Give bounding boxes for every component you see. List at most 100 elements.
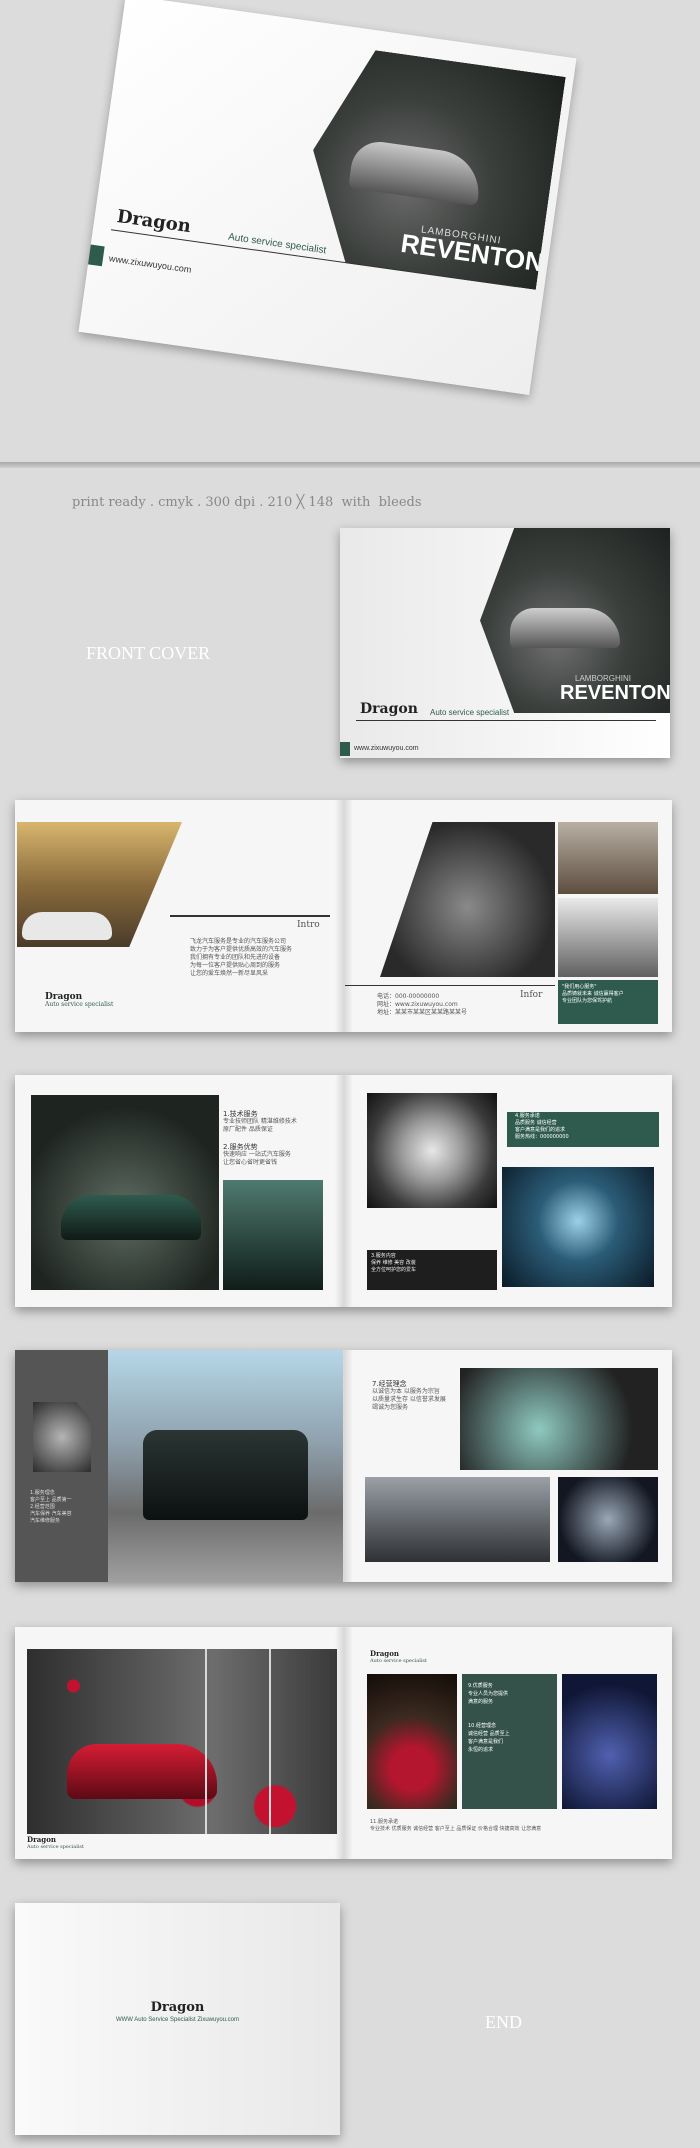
spread4-blue-car-photo [562,1674,657,1809]
item-line: 原厂配件 品质保证 [223,1126,273,1133]
green-box-text: "我们用心服务" 品质铸就未来 诚信赢得客户 专业团队为您保驾护航 [562,984,624,1005]
spread4-right-brand: Dragon [370,1649,399,1658]
spine [334,1075,353,1307]
item-line: 永恒的追求 [468,1747,494,1753]
gray-panel-text: 1.服务理念 客户至上 品质第一 2.经营范围 汽车保养 汽车美容 汽车维修服务 [30,1490,105,1525]
spread3-concept-car-photo [460,1368,658,1470]
car-shape [67,1744,217,1799]
spread3-front-car-photo [558,1477,658,1562]
car-shape [61,1195,201,1240]
item-title: 11.服务承诺 [370,1819,398,1825]
spread2-helicopter-photo [223,1180,323,1290]
intro-line: 飞龙汽车服务是专业的汽车服务公司 [190,938,287,945]
spread4-bottom-text: 11.服务承诺 专业技术 优质服务 诚信经营 客户至上 品质保证 价格合理 快捷… [370,1819,660,1833]
item-line: 品质服务 诚信经营 [515,1120,557,1126]
service-line-value: 000000000 [540,1134,569,1140]
spread4-red-car-photo [27,1649,337,1834]
item-line: 汽车保养 汽车美容 [30,1511,72,1517]
green-line: 专业团队为您保驾护航 [562,998,613,1004]
spread1-contact: 电话：000-00000000 网址：www.zixuwuyou.com 地址：… [377,993,517,1017]
spread4-night-car-photo [367,1674,457,1809]
divider [269,1649,271,1834]
item-line: 服务热线：000000000 [515,1134,655,1141]
spread1-green-box: "我们用心服务" 品质铸就未来 诚信赢得客户 专业团队为您保驾护航 [558,980,658,1024]
item-line: 全方位呵护您的爱车 [371,1267,417,1273]
model-text: REVENTON [560,682,670,704]
contact-line: 网址：www.zixuwuyou.com [377,1001,458,1008]
item-line: 专业技术 优质服务 诚信经营 客户至上 品质保证 价格合理 快捷高效 让您满意 [370,1826,542,1832]
item-line: 专业人员为您提供 [468,1691,509,1697]
intro-line: 让您的爱车焕然一新尽显风采 [190,970,269,977]
front-cover-rule [356,720,656,721]
intro-line: 致力于为客户提供优质高效的汽车服务 [190,946,293,953]
petals [27,1649,337,1834]
spread1-intro-rule [170,915,330,917]
end-label: END [485,2012,522,2032]
spread4-green-panel: 9.优质服务 专业人员为您提供 满意的服务 10.经营理念 诚信经营 品质至上 … [462,1674,557,1809]
car-shape [143,1430,308,1520]
intro-line: 我们拥有专业的团队和先进的设备 [190,954,281,961]
item-line: 客户满意是我们的追求 [515,1127,566,1133]
spread1-black-car-photo [558,898,658,977]
green-panel-text: 9.优质服务 专业人员为您提供 满意的服务 10.经营理念 诚信经营 品质至上 … [468,1682,553,1754]
spread3-gray-panel-photo [33,1402,91,1472]
item-title: 9.优质服务 [468,1683,493,1689]
intro-line: 为每一位客户提供贴心周到的服务 [190,962,281,969]
item-title: 2.经营范围 [30,1504,55,1510]
spread1-tagline: Auto service specialist [45,1001,114,1008]
spread3-road-car-photo [365,1477,550,1562]
spread1-intro-heading: Intro [297,920,320,930]
top-cover-mockup: LAMBORGHINI REVENTON Dragon Auto service… [78,0,577,396]
item-title: 3.服务内容 [371,1253,396,1259]
specs-line: print ready . cmyk . 300 dpi . 210 ╳ 148… [72,495,422,510]
top-cover-url: www.zixuwuyou.com [108,253,192,275]
spread2-item2: 2.服务优势 快速响应 一站式汽车服务 让您省心省时更省钱 [223,1143,333,1167]
item-title: 2.服务优势 [223,1143,258,1151]
item-title: 4.服务承诺 [515,1113,540,1119]
section-divider [0,462,700,468]
spread-2: 1.技术服务 专业技师团队 精湛维修技术 原厂配件 品质保证 2.服务优势 快速… [15,1075,672,1307]
back-cover-page: Dragon WWW Auto Service Specialist Zixuw… [15,1903,340,2135]
spread-3: 1.服务理念 客户至上 品质第一 2.经营范围 汽车保养 汽车美容 汽车维修服务… [15,1350,672,1582]
item-line: 客户满意是我们 [468,1739,504,1745]
item-line: 客户至上 品质第一 [30,1497,72,1503]
spread1-info-heading: Infor [520,990,543,1000]
spread-4: Dragon Auto service specialist Dragon Au… [15,1627,672,1859]
spread4-right-tagline: Auto service specialist [370,1658,428,1664]
item-line: 汽车维修服务 [30,1518,61,1524]
dark-box-text: 3.服务内容 保养 维修 美容 改装 全方位呵护您的爱车 [371,1253,416,1274]
front-cover-tagline: Auto service specialist [430,708,510,717]
front-cover-green-square [340,742,350,756]
spread-1: Dragon Auto service specialist Intro 飞龙汽… [15,800,672,1032]
front-cover-car-photo: LAMBORGHINI REVENTON [480,528,670,713]
spread1-info-rule [345,985,555,986]
item-title: 10.经营理念 [468,1723,496,1729]
back-cover-line: WWW Auto Service Specialist Zixuwuyou.co… [115,2017,240,2023]
car-shape [510,608,620,648]
item-line: 满意的服务 [468,1699,494,1705]
contact-line: 电话：000-00000000 [377,993,440,1000]
spine [334,1627,353,1859]
green-line: "我们用心服务" [562,984,597,990]
divider [205,1649,207,1834]
spread2-muscle-car-photo [31,1095,219,1290]
item-line: 诚信经营 品质至上 [468,1731,510,1737]
spread2-item1: 1.技术服务 专业技师团队 精湛维修技术 原厂配件 品质保证 [223,1110,333,1134]
spread2-wheel-photo [367,1093,497,1208]
back-cover-brand: Dragon [150,2000,205,2015]
spread1-intro-text: 飞龙汽车服务是专业的汽车服务公司 致力于为客户提供优质高效的汽车服务 我们拥有专… [190,938,330,978]
top-cover-green-square [88,244,105,267]
top-cover-car-photo: LAMBORGHINI REVENTON [298,44,566,290]
spread1-concept-car-photo [380,822,555,977]
service-line-label: 服务热线： [515,1134,541,1140]
spread2-dark-box: 3.服务内容 保养 维修 美容 改装 全方位呵护您的爱车 [367,1250,497,1290]
car-shape [348,138,484,206]
item-line: 专业技师团队 精湛维修技术 [223,1118,297,1125]
front-cover-url: www.zixuwuyou.com [354,745,419,752]
item-line: 让您省心省时更省钱 [223,1159,278,1166]
contact-line: 地址：某某市某某区某某路某某号 [377,1009,468,1016]
item-title: 1.服务理念 [30,1490,55,1496]
car-shape [22,912,112,940]
front-cover-label: FRONT COVER [86,643,211,663]
item-title: 1.技术服务 [223,1110,258,1118]
